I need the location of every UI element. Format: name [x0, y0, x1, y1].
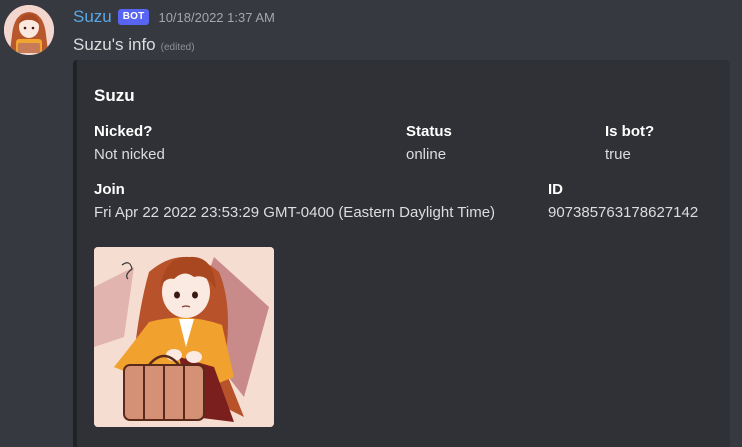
field-name: Nicked?	[94, 123, 153, 140]
username[interactable]: Suzu	[73, 7, 112, 27]
field-name: Join	[94, 181, 125, 198]
field-value: Fri Apr 22 2022 23:53:29 GMT-0400 (Easte…	[94, 204, 496, 221]
avatar-illustration	[4, 5, 54, 55]
field-nicked: Nicked? Not nicked	[94, 123, 165, 163]
avatar[interactable]	[4, 5, 54, 55]
field-value: 907385763178627142	[548, 204, 699, 221]
message-header: Suzu BOT 10/18/2022 1:37 AM	[73, 5, 275, 29]
edited-label: (edited)	[160, 42, 195, 53]
field-name: Is bot?	[605, 123, 655, 140]
character-illustration	[94, 247, 274, 427]
field-id: ID 907385763178627142	[548, 181, 698, 221]
field-name: Status	[406, 123, 452, 140]
field-name: ID	[548, 181, 563, 198]
bot-tag: BOT	[117, 9, 150, 25]
field-is-bot: Is bot? true	[605, 123, 654, 163]
message-text: Suzu's info	[73, 35, 156, 54]
message: Suzu BOT 10/18/2022 1:37 AM Suzu's info …	[0, 0, 742, 447]
timestamp[interactable]: 10/18/2022 1:37 AM	[158, 10, 274, 25]
field-value: true	[605, 146, 631, 163]
field-value: online	[406, 146, 447, 163]
field-join: Join Fri Apr 22 2022 23:53:29 GMT-0400 (…	[94, 181, 495, 221]
embed-image[interactable]	[94, 247, 274, 427]
message-content: Suzu's info (edited)	[73, 35, 195, 55]
embed: Suzu Nicked? Not nicked Status online Is…	[73, 60, 730, 447]
embed-title: Suzu	[94, 86, 135, 105]
field-value: Not nicked	[94, 146, 165, 163]
field-status: Status online	[406, 123, 452, 163]
